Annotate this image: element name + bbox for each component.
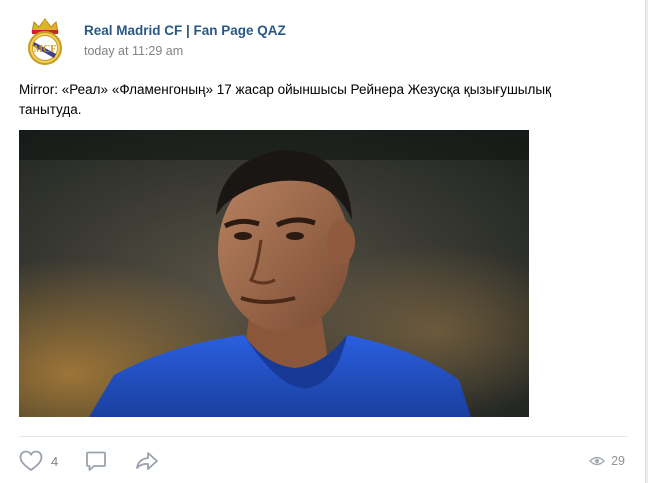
post-text: Mirror: «Реал» «Фламенгоның» 17 жасар ой… — [19, 82, 551, 117]
heart-icon — [19, 450, 43, 472]
club-crest-avatar[interactable]: MCF — [24, 16, 66, 66]
post-timestamp[interactable]: today at 11:29 am — [84, 44, 183, 58]
views-count: 29 — [611, 454, 625, 468]
svg-text:MCF: MCF — [34, 44, 57, 55]
like-button[interactable]: 4 — [19, 446, 58, 476]
post-photo[interactable] — [19, 130, 529, 417]
like-count: 4 — [51, 453, 59, 469]
share-button[interactable] — [134, 446, 160, 476]
post-card: MCF Real Madrid CF | Fan Page QAZ today … — [0, 0, 646, 483]
actions-divider — [19, 436, 627, 437]
share-arrow-icon — [136, 452, 158, 470]
comment-icon — [86, 451, 106, 471]
comment-button[interactable] — [85, 446, 107, 476]
post-author-link[interactable]: Real Madrid CF | Fan Page QAZ — [84, 23, 286, 38]
views-counter: 29 — [589, 446, 625, 476]
player-photo-illustration — [19, 130, 529, 417]
eye-icon — [589, 456, 606, 466]
